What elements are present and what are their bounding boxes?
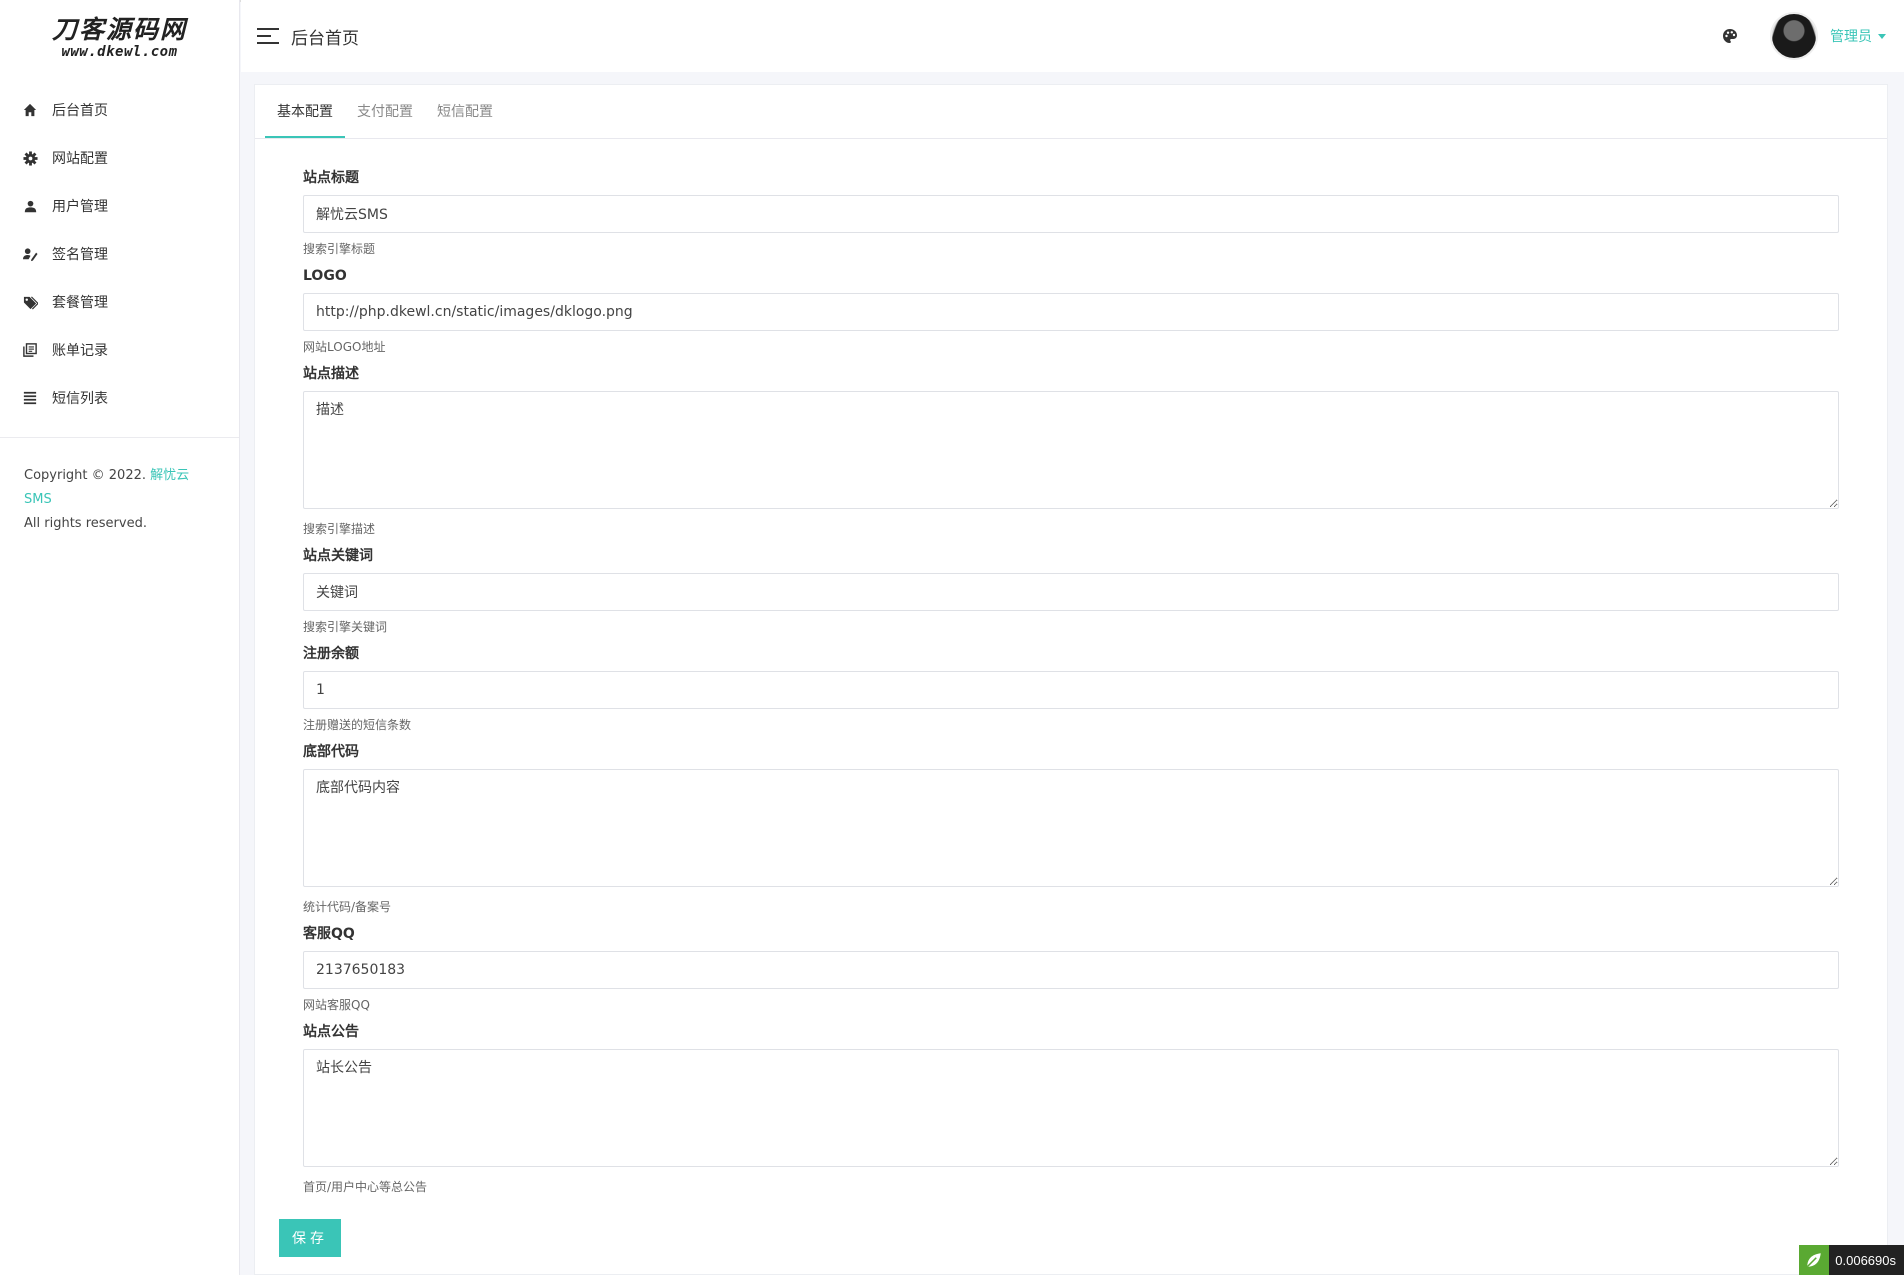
sidebar-item-bills[interactable]: 账单记录 bbox=[0, 326, 239, 374]
field-help: 搜索引擎关键词 bbox=[303, 620, 388, 634]
field-site-title: 站点标题 搜索引擎标题 bbox=[303, 169, 1839, 257]
avatar[interactable] bbox=[1770, 12, 1818, 60]
copyright: Copyright © 2022. 解忧云SMS All rights rese… bbox=[0, 438, 239, 536]
field-label: 底部代码 bbox=[303, 744, 359, 760]
logo-url-input[interactable] bbox=[303, 293, 1839, 331]
tags-icon bbox=[22, 294, 38, 310]
signature-icon bbox=[22, 246, 38, 262]
palette-icon[interactable] bbox=[1722, 28, 1738, 44]
debug-timer[interactable]: 0.006690s bbox=[1799, 1245, 1904, 1275]
register-balance-input[interactable] bbox=[303, 671, 1839, 709]
field-help: 搜索引擎标题 bbox=[303, 242, 376, 256]
user-name: 管理员 bbox=[1830, 29, 1872, 45]
field-help: 搜索引擎描述 bbox=[303, 522, 376, 536]
page-title: 后台首页 bbox=[291, 28, 359, 49]
field-service-qq: 客服QQ 网站客服QQ bbox=[303, 925, 1839, 1013]
field-label: 站点关键词 bbox=[303, 548, 373, 564]
field-site-description: 站点描述 描述 搜索引擎描述 bbox=[303, 365, 1839, 537]
logo[interactable]: 刀客源码网 www.dkewl.com bbox=[0, 0, 239, 72]
site-title-input[interactable] bbox=[303, 195, 1839, 233]
field-logo: LOGO 网站LOGO地址 bbox=[303, 267, 1839, 355]
gear-icon bbox=[22, 150, 38, 166]
copyright-suffix: All rights reserved. bbox=[24, 516, 147, 531]
field-site-keywords: 站点关键词 搜索引擎关键词 bbox=[303, 547, 1839, 635]
tab-basic-config[interactable]: 基本配置 bbox=[265, 85, 345, 138]
sidebar-item-site-config[interactable]: 网站配置 bbox=[0, 134, 239, 182]
sidebar-nav: 后台首页 网站配置 用户管理 签名管理 套餐管理 账单记录 短信列表 bbox=[0, 86, 239, 422]
leaf-icon bbox=[1799, 1245, 1830, 1275]
field-label: 客服QQ bbox=[303, 926, 355, 942]
field-label: 站点公告 bbox=[303, 1024, 359, 1040]
sidebar-item-signatures[interactable]: 签名管理 bbox=[0, 230, 239, 278]
sidebar-item-label: 用户管理 bbox=[52, 199, 108, 215]
home-icon bbox=[22, 102, 38, 118]
footer-code-textarea[interactable]: 底部代码内容 bbox=[303, 769, 1839, 887]
sidebar-item-label: 后台首页 bbox=[52, 103, 108, 119]
field-help: 注册赠送的短信条数 bbox=[303, 718, 412, 732]
field-help: 网站客服QQ bbox=[303, 998, 370, 1012]
user-menu[interactable]: 管理员 bbox=[1830, 26, 1886, 46]
field-site-notice: 站点公告 站长公告 首页/用户中心等总公告 bbox=[303, 1023, 1839, 1195]
field-label: LOGO bbox=[303, 268, 347, 284]
field-help: 首页/用户中心等总公告 bbox=[303, 1180, 428, 1194]
bill-icon bbox=[22, 342, 38, 358]
sidebar-item-sms-list[interactable]: 短信列表 bbox=[0, 374, 239, 422]
site-keywords-input[interactable] bbox=[303, 573, 1839, 611]
sidebar-item-label: 签名管理 bbox=[52, 247, 108, 263]
save-button[interactable]: 保存 bbox=[279, 1219, 341, 1257]
service-qq-input[interactable] bbox=[303, 951, 1839, 989]
sidebar: 刀客源码网 www.dkewl.com 后台首页 网站配置 用户管理 签名管理 bbox=[0, 0, 240, 1275]
field-label: 站点描述 bbox=[303, 366, 359, 382]
sidebar-item-home[interactable]: 后台首页 bbox=[0, 86, 239, 134]
sidebar-item-packages[interactable]: 套餐管理 bbox=[0, 278, 239, 326]
sidebar-item-label: 套餐管理 bbox=[52, 295, 108, 311]
header-right: 管理员 bbox=[1722, 0, 1904, 72]
menu-toggle-icon[interactable] bbox=[257, 28, 279, 44]
sidebar-item-label: 账单记录 bbox=[52, 343, 108, 359]
settings-form: 站点标题 搜索引擎标题 LOGO 网站LOGO地址 站点描述 描述 搜索引擎描述… bbox=[255, 139, 1887, 1257]
logo-main-text: 刀客源码网 bbox=[51, 15, 187, 44]
field-help: 网站LOGO地址 bbox=[303, 340, 386, 354]
settings-card: 基本配置 支付配置 短信配置 站点标题 搜索引擎标题 LOGO 网站LOGO地址… bbox=[254, 84, 1888, 1275]
list-icon bbox=[22, 390, 38, 406]
sidebar-item-label: 网站配置 bbox=[52, 151, 108, 167]
field-footer-code: 底部代码 底部代码内容 统计代码/备案号 bbox=[303, 743, 1839, 915]
caret-down-icon bbox=[1878, 33, 1886, 39]
top-header: 后台首页 管理员 bbox=[241, 0, 1904, 72]
field-help: 统计代码/备案号 bbox=[303, 900, 392, 914]
copyright-prefix: Copyright © 2022. bbox=[24, 468, 147, 483]
timer-value: 0.006690s bbox=[1835, 1252, 1896, 1268]
logo-sub-text: www.dkewl.com bbox=[61, 44, 178, 60]
tab-payment-config[interactable]: 支付配置 bbox=[345, 85, 425, 138]
field-label: 注册余额 bbox=[303, 646, 359, 662]
field-register-balance: 注册余额 注册赠送的短信条数 bbox=[303, 645, 1839, 733]
site-notice-textarea[interactable]: 站长公告 bbox=[303, 1049, 1839, 1167]
tab-sms-config[interactable]: 短信配置 bbox=[425, 85, 505, 138]
sidebar-item-users[interactable]: 用户管理 bbox=[0, 182, 239, 230]
field-label: 站点标题 bbox=[303, 170, 359, 186]
site-description-textarea[interactable]: 描述 bbox=[303, 391, 1839, 509]
settings-tabs: 基本配置 支付配置 短信配置 bbox=[255, 85, 1887, 139]
user-icon bbox=[22, 198, 38, 214]
sidebar-item-label: 短信列表 bbox=[52, 391, 108, 407]
